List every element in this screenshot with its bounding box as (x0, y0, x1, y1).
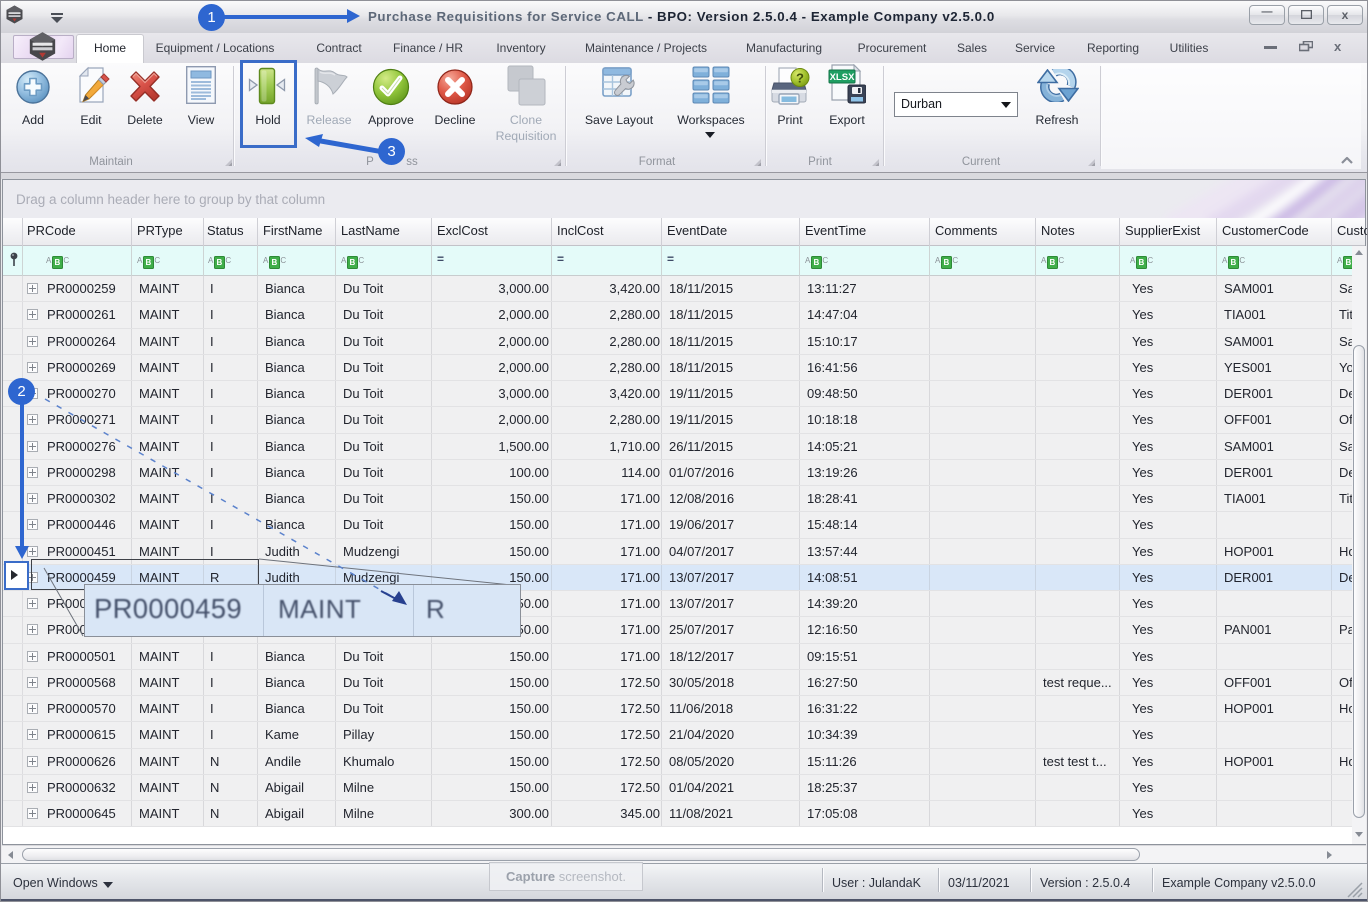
svg-text:XLSX: XLSX (830, 72, 855, 83)
svg-text:?: ? (796, 71, 804, 86)
